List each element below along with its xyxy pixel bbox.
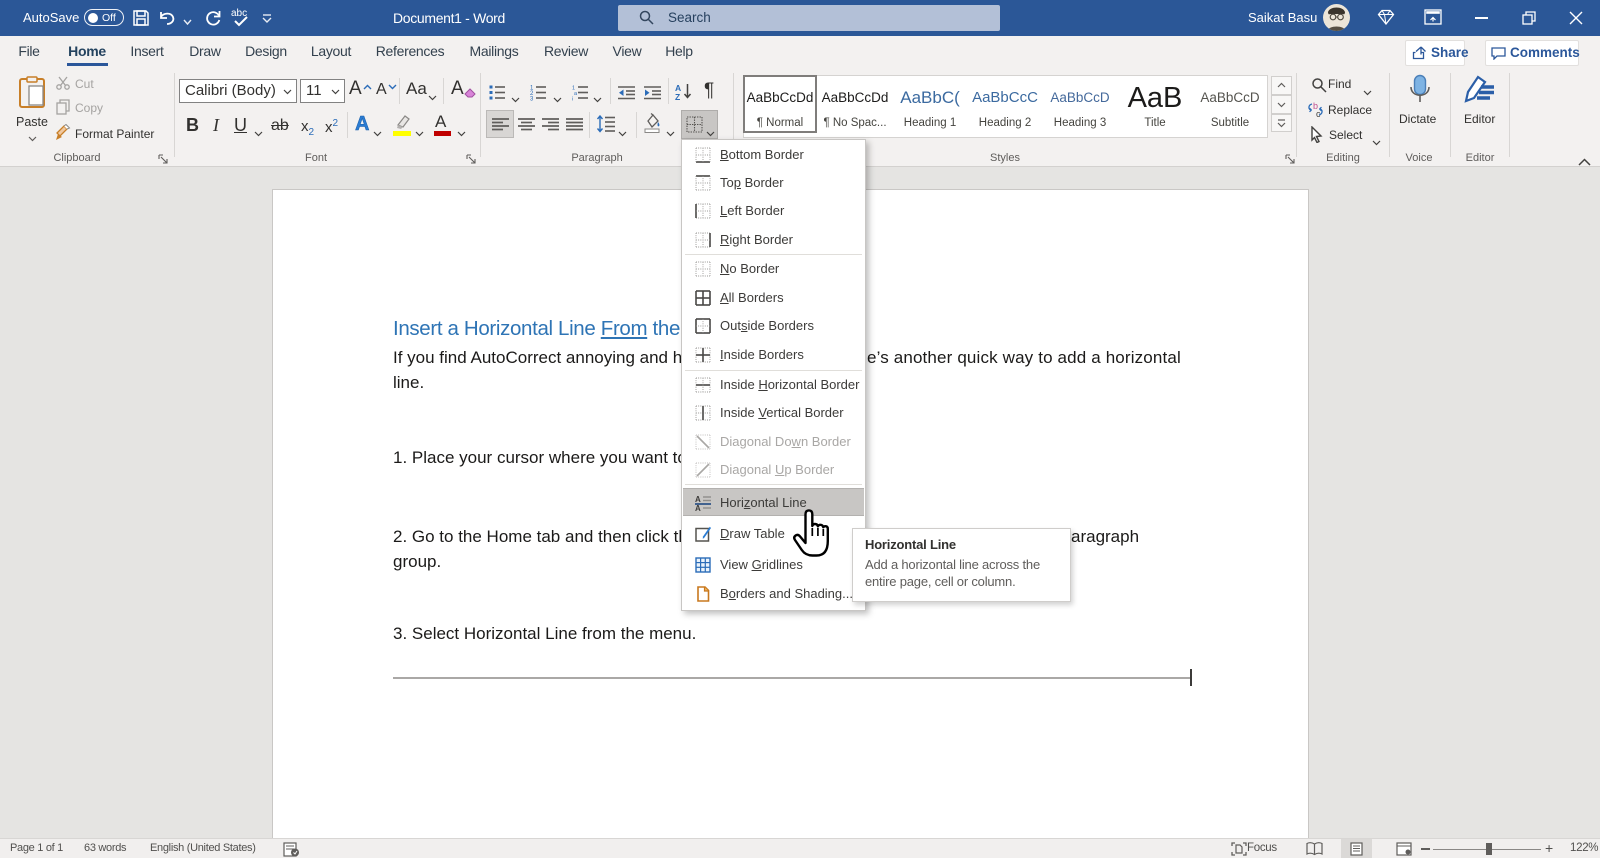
svg-text:i: i bbox=[572, 97, 573, 102]
svg-text:abc: abc bbox=[231, 8, 247, 19]
svg-text:a: a bbox=[574, 91, 578, 97]
svg-text:A: A bbox=[695, 504, 701, 511]
svg-text:Z: Z bbox=[675, 92, 680, 101]
svg-text:3: 3 bbox=[530, 97, 534, 102]
svg-text:A: A bbox=[695, 495, 701, 504]
